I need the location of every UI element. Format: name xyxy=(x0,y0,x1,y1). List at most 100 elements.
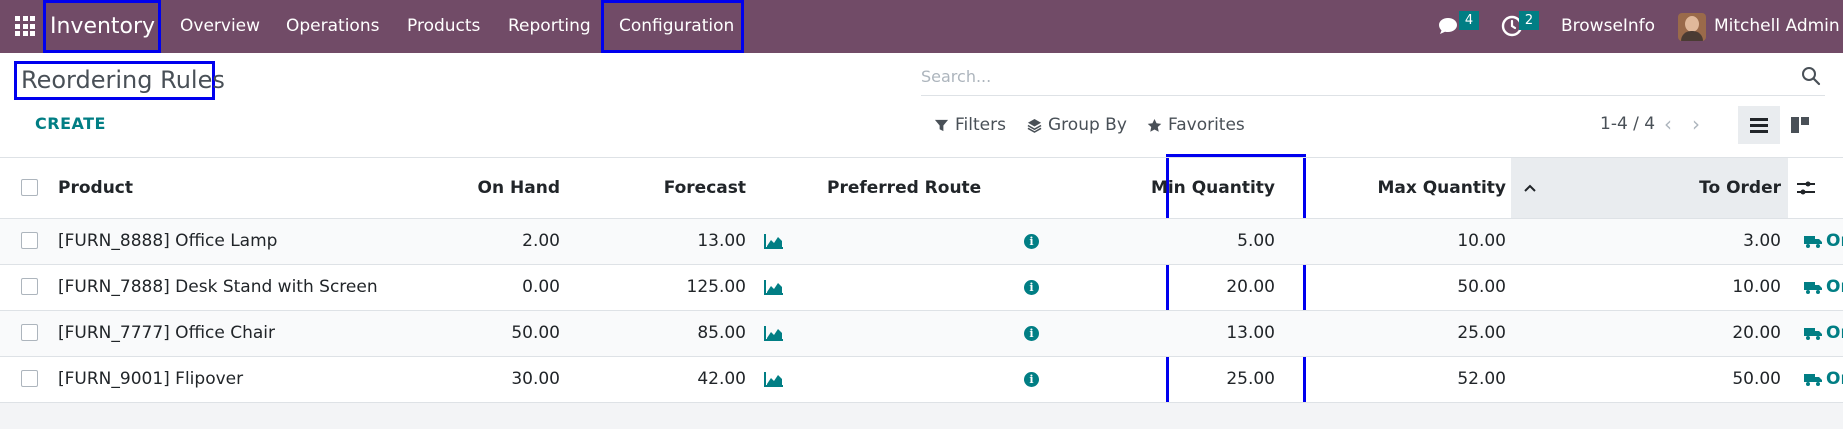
empty-list-area xyxy=(0,403,1843,429)
truck-icon xyxy=(1804,236,1822,248)
favorites-label: Favorites xyxy=(1168,115,1245,135)
table-row[interactable]: [FURN_7777] Office Chair 50.00 85.00 i 1… xyxy=(0,311,1843,357)
cell-min-quantity: 5.00 xyxy=(1237,231,1275,251)
order-once-label: Or xyxy=(1826,277,1843,297)
cell-on-hand: 50.00 xyxy=(511,323,560,343)
cell-to-order: 10.00 xyxy=(1732,277,1781,297)
truck-icon xyxy=(1804,282,1822,294)
highlight-app-name xyxy=(43,0,161,53)
row-checkbox[interactable] xyxy=(21,232,38,249)
header-min-quantity[interactable]: Min Quantity xyxy=(1125,158,1275,218)
header-max-quantity[interactable]: Max Quantity xyxy=(1356,158,1506,218)
cell-to-order: 3.00 xyxy=(1743,231,1781,251)
search-bar xyxy=(921,58,1825,96)
order-once-button[interactable]: Or xyxy=(1804,311,1843,356)
header-forecast[interactable]: Forecast xyxy=(596,158,746,218)
kanban-view-icon xyxy=(1791,117,1809,133)
header-preferred-route[interactable]: Preferred Route xyxy=(827,158,981,218)
route-info-icon[interactable]: i xyxy=(1024,326,1039,341)
cell-forecast: 85.00 xyxy=(697,323,746,343)
table-row[interactable]: [FURN_7888] Desk Stand with Screen 0.00 … xyxy=(0,265,1843,311)
create-button[interactable]: CREATE xyxy=(35,114,106,133)
star-icon xyxy=(1147,118,1162,132)
cell-max-quantity: 50.00 xyxy=(1457,277,1506,297)
cell-forecast: 42.00 xyxy=(697,369,746,389)
order-once-label: Or xyxy=(1826,231,1843,251)
cell-min-quantity: 20.00 xyxy=(1226,277,1275,297)
order-once-button[interactable]: Or xyxy=(1804,265,1843,310)
order-once-button[interactable]: Or xyxy=(1804,357,1843,402)
row-checkbox[interactable] xyxy=(21,370,38,387)
menu-reporting[interactable]: Reporting xyxy=(508,0,591,53)
cell-min-quantity: 25.00 xyxy=(1226,369,1275,389)
reordering-rules-table: Product On Hand Forecast Preferred Route… xyxy=(0,157,1843,403)
cell-max-quantity: 25.00 xyxy=(1457,323,1506,343)
cell-on-hand: 0.00 xyxy=(522,277,560,297)
list-view-button[interactable] xyxy=(1738,106,1780,144)
cell-product: [FURN_9001] Flipover xyxy=(58,369,244,389)
cell-max-quantity: 10.00 xyxy=(1457,231,1506,251)
activities-badge: 2 xyxy=(1519,11,1539,30)
filters-button[interactable]: Filters xyxy=(934,115,1006,135)
pager-value[interactable]: 1-4 / 4 xyxy=(1600,114,1655,134)
filters-label: Filters xyxy=(955,115,1006,135)
group-by-button[interactable]: Group By xyxy=(1027,115,1127,135)
truck-icon xyxy=(1804,374,1822,386)
select-all-checkbox[interactable] xyxy=(21,179,38,196)
table-body: [FURN_8888] Office Lamp 2.00 13.00 i 5.0… xyxy=(0,219,1843,403)
filter-icon xyxy=(934,119,949,131)
table-header: Product On Hand Forecast Preferred Route… xyxy=(0,157,1843,219)
highlight-configuration xyxy=(601,0,744,53)
pager-next-icon[interactable]: › xyxy=(1692,114,1700,134)
table-row[interactable]: [FURN_8888] Office Lamp 2.00 13.00 i 5.0… xyxy=(0,219,1843,265)
layers-icon xyxy=(1027,118,1042,133)
sort-ascending-icon[interactable] xyxy=(1523,158,1537,218)
forecast-graph-icon[interactable] xyxy=(764,325,784,341)
messages-icon[interactable] xyxy=(1436,14,1460,38)
row-checkbox[interactable] xyxy=(21,278,38,295)
company-switcher[interactable]: BrowseInfo xyxy=(1561,0,1655,53)
order-once-button[interactable]: Or xyxy=(1804,219,1843,264)
menu-overview[interactable]: Overview xyxy=(180,0,260,53)
route-info-icon[interactable]: i xyxy=(1024,280,1039,295)
apps-menu-icon[interactable] xyxy=(15,16,35,36)
optional-columns-icon[interactable] xyxy=(1797,180,1815,196)
cell-product: [FURN_7777] Office Chair xyxy=(58,323,275,343)
menu-products[interactable]: Products xyxy=(407,0,480,53)
pager-previous-icon[interactable]: ‹ xyxy=(1664,114,1672,134)
cell-on-hand: 2.00 xyxy=(522,231,560,251)
top-navbar: Inventory Overview Operations Products R… xyxy=(0,0,1843,53)
forecast-graph-icon[interactable] xyxy=(764,279,784,295)
messages-badge: 4 xyxy=(1459,11,1479,30)
group-by-label: Group By xyxy=(1048,115,1127,135)
list-view-icon xyxy=(1750,117,1768,133)
route-info-icon[interactable]: i xyxy=(1024,234,1039,249)
header-product[interactable]: Product xyxy=(58,158,133,218)
header-to-order[interactable]: To Order xyxy=(1631,158,1781,218)
cell-to-order: 20.00 xyxy=(1732,323,1781,343)
cell-forecast: 13.00 xyxy=(697,231,746,251)
cell-max-quantity: 52.00 xyxy=(1457,369,1506,389)
search-input[interactable] xyxy=(921,58,1781,94)
order-once-label: Or xyxy=(1826,323,1843,343)
route-info-icon[interactable]: i xyxy=(1024,372,1039,387)
cell-product: [FURN_8888] Office Lamp xyxy=(58,231,278,251)
cell-on-hand: 30.00 xyxy=(511,369,560,389)
truck-icon xyxy=(1804,328,1822,340)
menu-operations[interactable]: Operations xyxy=(286,0,379,53)
cell-to-order: 50.00 xyxy=(1732,369,1781,389)
forecast-graph-icon[interactable] xyxy=(764,371,784,387)
cell-product: [FURN_7888] Desk Stand with Screen xyxy=(58,277,378,297)
cell-min-quantity: 13.00 xyxy=(1226,323,1275,343)
forecast-graph-icon[interactable] xyxy=(764,233,784,249)
user-avatar[interactable] xyxy=(1678,13,1706,41)
order-once-label: Or xyxy=(1826,369,1843,389)
header-on-hand[interactable]: On Hand xyxy=(410,158,560,218)
row-checkbox[interactable] xyxy=(21,324,38,341)
search-icon[interactable] xyxy=(1801,66,1821,86)
user-menu[interactable]: Mitchell Admin xyxy=(1714,0,1840,53)
favorites-button[interactable]: Favorites xyxy=(1147,115,1245,135)
cell-forecast: 125.00 xyxy=(686,277,746,297)
kanban-view-button[interactable] xyxy=(1779,106,1821,144)
table-row[interactable]: [FURN_9001] Flipover 30.00 42.00 i 25.00… xyxy=(0,357,1843,403)
